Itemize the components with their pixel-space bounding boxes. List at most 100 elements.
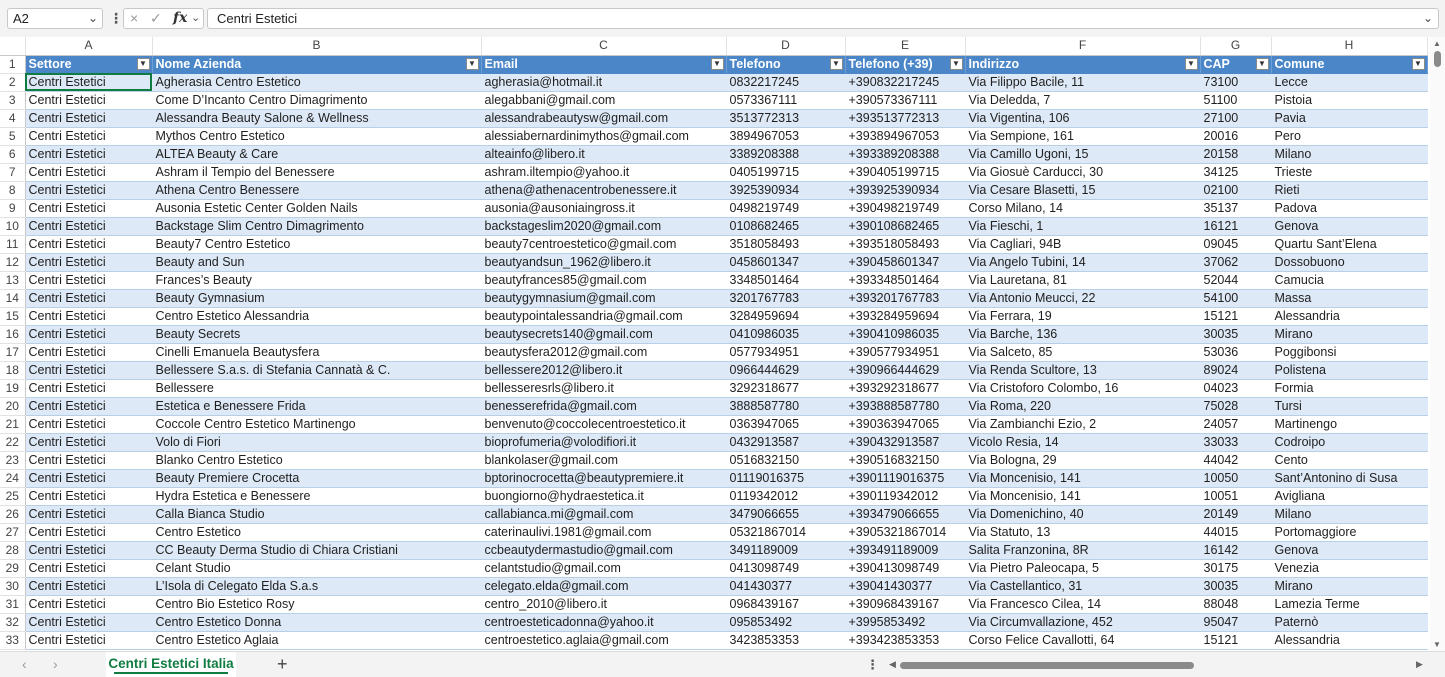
add-sheet-icon[interactable]: + bbox=[277, 654, 288, 675]
table-cell[interactable]: 95047 bbox=[1200, 613, 1272, 632]
table-cell[interactable]: Beauty Premiere Crocetta bbox=[152, 469, 482, 488]
column-header[interactable]: E bbox=[845, 37, 966, 56]
table-cell[interactable]: Centri Estetici bbox=[25, 451, 153, 470]
table-cell[interactable]: Via Fieschi, 1 bbox=[965, 217, 1201, 236]
row-number[interactable]: 10 bbox=[0, 217, 26, 236]
table-cell[interactable]: Via Moncenisio, 141 bbox=[965, 469, 1201, 488]
table-cell[interactable]: 3292318677 bbox=[726, 379, 846, 398]
table-cell[interactable]: Camucia bbox=[1271, 271, 1428, 290]
table-cell[interactable]: Milano bbox=[1271, 505, 1428, 524]
table-cell[interactable]: Centri Estetici bbox=[25, 325, 153, 344]
table-cell[interactable]: Corso Felice Cavallotti, 64 bbox=[965, 631, 1201, 650]
table-cell[interactable]: bptorinocrocetta@beautypremiere.it bbox=[481, 469, 727, 488]
table-cell[interactable]: 3925390934 bbox=[726, 181, 846, 200]
table-cell[interactable]: celantstudio@gmail.com bbox=[481, 559, 727, 578]
table-cell[interactable]: Cento bbox=[1271, 451, 1428, 470]
table-cell[interactable]: Via Cesare Blasetti, 15 bbox=[965, 181, 1201, 200]
filter-dropdown-icon[interactable]: ▼ bbox=[136, 57, 150, 70]
table-cell[interactable]: centro_2010@libero.it bbox=[481, 595, 727, 614]
table-cell[interactable]: Centri Estetici bbox=[25, 271, 153, 290]
table-cell[interactable]: 0577934951 bbox=[726, 343, 846, 362]
table-cell[interactable]: 88048 bbox=[1200, 595, 1272, 614]
table-cell[interactable]: Centri Estetici bbox=[25, 109, 153, 128]
table-cell[interactable]: Estetica e Benessere Frida bbox=[152, 397, 482, 416]
table-cell[interactable]: Padova bbox=[1271, 199, 1428, 218]
table-cell[interactable]: bellesseresrls@libero.it bbox=[481, 379, 727, 398]
row-number[interactable]: 33 bbox=[0, 631, 26, 650]
table-cell[interactable]: 0832217245 bbox=[726, 73, 846, 92]
header-cell[interactable]: Settore ▼ bbox=[25, 55, 153, 74]
table-cell[interactable]: Paternò bbox=[1271, 613, 1428, 632]
table-cell[interactable]: 53036 bbox=[1200, 343, 1272, 362]
table-cell[interactable]: 0108682465 bbox=[726, 217, 846, 236]
table-cell[interactable]: Hydra Estetica e Benessere bbox=[152, 487, 482, 506]
filter-dropdown-icon[interactable]: ▼ bbox=[710, 57, 724, 70]
table-cell[interactable]: +390498219749 bbox=[845, 199, 966, 218]
table-cell[interactable]: Via Barche, 136 bbox=[965, 325, 1201, 344]
table-cell[interactable]: Via Pietro Paleocapa, 5 bbox=[965, 559, 1201, 578]
table-cell[interactable]: 16142 bbox=[1200, 541, 1272, 560]
table-cell[interactable]: ALTEA Beauty & Care bbox=[152, 145, 482, 164]
table-cell[interactable]: Centri Estetici bbox=[25, 379, 153, 398]
row-number[interactable]: 9 bbox=[0, 199, 26, 218]
table-cell[interactable]: Portomaggiore bbox=[1271, 523, 1428, 542]
table-cell[interactable]: Via Circumvallazione, 452 bbox=[965, 613, 1201, 632]
enter-icon[interactable]: ✓ bbox=[150, 10, 162, 27]
cancel-icon[interactable]: × bbox=[130, 10, 138, 26]
table-cell[interactable]: Centro Bio Estetico Rosy bbox=[152, 595, 482, 614]
table-cell[interactable]: 15121 bbox=[1200, 631, 1272, 650]
vertical-scrollbar[interactable]: ▲ ▼ bbox=[1430, 37, 1445, 651]
table-cell[interactable]: +393925390934 bbox=[845, 181, 966, 200]
table-cell[interactable]: Via Cristoforo Colombo, 16 bbox=[965, 379, 1201, 398]
row-number[interactable]: 11 bbox=[0, 235, 26, 254]
table-cell[interactable]: 75028 bbox=[1200, 397, 1272, 416]
table-cell[interactable]: 27100 bbox=[1200, 109, 1272, 128]
table-cell[interactable]: +390573367111 bbox=[845, 91, 966, 110]
table-cell[interactable]: Centri Estetici bbox=[25, 631, 153, 650]
table-cell[interactable]: 15121 bbox=[1200, 307, 1272, 326]
table-cell[interactable]: Centri Estetici bbox=[25, 505, 153, 524]
table-cell[interactable]: Come D’Incanto Centro Dimagrimento bbox=[152, 91, 482, 110]
table-cell[interactable]: Via Angelo Tubini, 14 bbox=[965, 253, 1201, 272]
table-cell[interactable]: centroestetico.aglaia@gmail.com bbox=[481, 631, 727, 650]
more-options-icon[interactable]: ⋮ bbox=[109, 10, 123, 26]
table-cell[interactable]: Centri Estetici bbox=[25, 577, 153, 596]
row-number[interactable]: 30 bbox=[0, 577, 26, 596]
scroll-left-icon[interactable]: ◀ bbox=[889, 659, 896, 670]
table-cell[interactable]: ausonia@ausoniaingross.it bbox=[481, 199, 727, 218]
column-header[interactable]: B bbox=[152, 37, 482, 56]
table-cell[interactable]: Centro Estetico Alessandria bbox=[152, 307, 482, 326]
row-number[interactable]: 25 bbox=[0, 487, 26, 506]
table-cell[interactable]: buongiorno@hydraestetica.it bbox=[481, 487, 727, 506]
table-cell[interactable]: +393389208388 bbox=[845, 145, 966, 164]
table-cell[interactable]: 20016 bbox=[1200, 127, 1272, 146]
filter-dropdown-icon[interactable]: ▼ bbox=[949, 57, 963, 70]
table-cell[interactable]: 3423853353 bbox=[726, 631, 846, 650]
row-number[interactable]: 7 bbox=[0, 163, 26, 182]
table-cell[interactable]: Via Roma, 220 bbox=[965, 397, 1201, 416]
table-cell[interactable]: +390968439167 bbox=[845, 595, 966, 614]
table-cell[interactable]: +393491189009 bbox=[845, 541, 966, 560]
table-cell[interactable]: Avigliana bbox=[1271, 487, 1428, 506]
table-cell[interactable]: +390577934951 bbox=[845, 343, 966, 362]
row-number[interactable]: 17 bbox=[0, 343, 26, 362]
table-cell[interactable]: Centri Estetici bbox=[25, 145, 153, 164]
table-cell[interactable]: Centri Estetici bbox=[25, 487, 153, 506]
table-cell[interactable]: 3894967053 bbox=[726, 127, 846, 146]
table-cell[interactable]: Via Domenichino, 40 bbox=[965, 505, 1201, 524]
table-cell[interactable]: 3513772313 bbox=[726, 109, 846, 128]
table-cell[interactable]: beautyfrances85@gmail.com bbox=[481, 271, 727, 290]
table-cell[interactable]: Ausonia Estetic Center Golden Nails bbox=[152, 199, 482, 218]
table-cell[interactable]: Centri Estetici bbox=[25, 199, 153, 218]
table-cell[interactable]: Centri Estetici bbox=[25, 307, 153, 326]
table-cell[interactable]: CC Beauty Derma Studio di Chiara Cristia… bbox=[152, 541, 482, 560]
table-cell[interactable]: Centri Estetici bbox=[25, 289, 153, 308]
table-cell[interactable]: Centri Estetici bbox=[25, 235, 153, 254]
table-cell[interactable]: +393348501464 bbox=[845, 271, 966, 290]
table-cell[interactable]: beautygymnasium@gmail.com bbox=[481, 289, 727, 308]
table-cell[interactable]: +393284959694 bbox=[845, 307, 966, 326]
table-cell[interactable]: Via Sempione, 161 bbox=[965, 127, 1201, 146]
table-cell[interactable]: Alessandria bbox=[1271, 631, 1428, 650]
table-cell[interactable]: +390405199715 bbox=[845, 163, 966, 182]
table-cell[interactable]: 3389208388 bbox=[726, 145, 846, 164]
